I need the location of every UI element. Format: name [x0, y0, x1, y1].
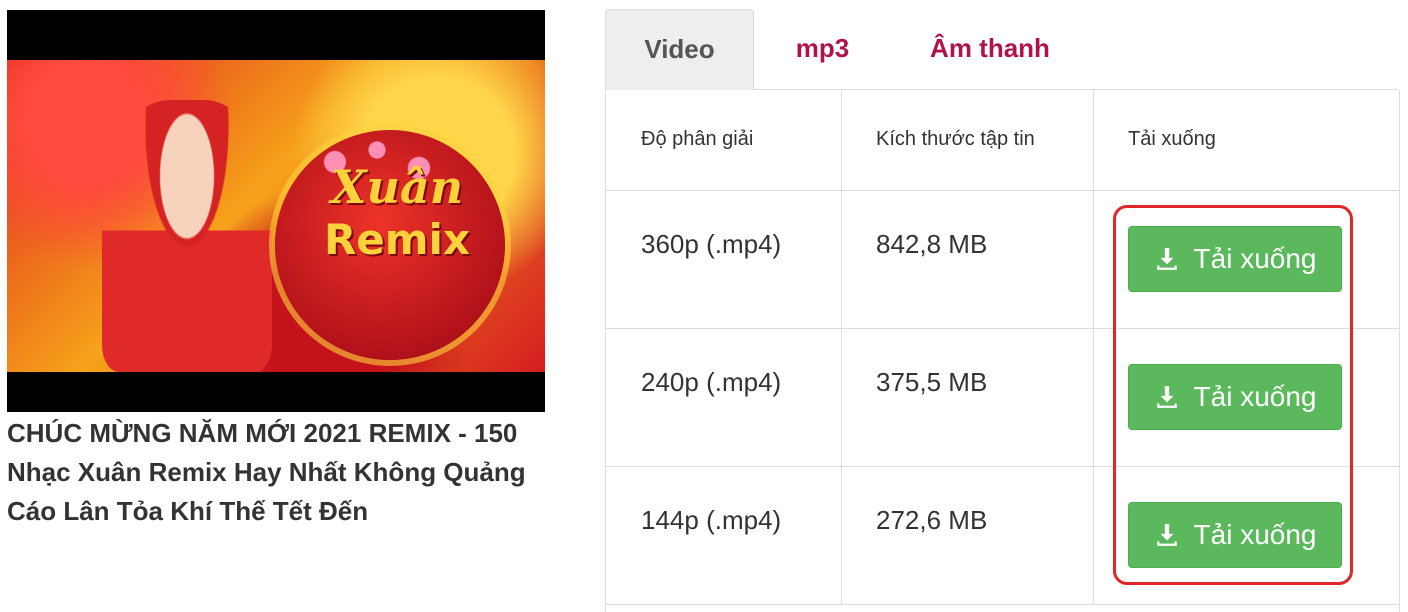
header-resolution: Độ phân giải — [641, 128, 754, 150]
video-title: CHÚC MỪNG NĂM MỚI 2021 REMIX - 150 Nhạc … — [7, 418, 526, 526]
download-icon — [1156, 386, 1177, 408]
table-header-row: Độ phân giải Kích thước tập tin Tải xuốn… — [606, 90, 1399, 191]
table-row: 144p (.mp4) 272,6 MB Tải xuống — [606, 467, 1399, 605]
resolution-cell: 240p (.mp4) — [641, 367, 782, 397]
tab-mp3[interactable]: mp3 — [775, 9, 870, 89]
download-icon — [1156, 524, 1177, 546]
download-button[interactable]: Tải xuống — [1128, 502, 1342, 568]
download-button-label: Tải xuống — [1193, 243, 1317, 274]
header-download: Tải xuống — [1128, 128, 1216, 150]
table-row: 240p (.mp4) 375,5 MB Tải xuống — [606, 329, 1399, 467]
thumbnail-title-line2: Remix — [323, 215, 471, 264]
thumbnail-person — [102, 100, 272, 372]
tab-video[interactable]: Video — [605, 9, 754, 90]
table-row: 360p (.mp4) 842,8 MB Tải xuống — [606, 191, 1399, 329]
header-file-size: Kích thước tập tin — [876, 128, 1035, 150]
format-tabs: Video mp3 Âm thanh — [605, 9, 1398, 90]
thumbnail-title-line1: Xuân — [330, 160, 464, 214]
download-button-label: Tải xuống — [1193, 381, 1317, 412]
size-cell: 272,6 MB — [876, 505, 988, 535]
resolution-cell: 360p (.mp4) — [641, 229, 782, 259]
resolution-cell: 144p (.mp4) — [641, 505, 782, 535]
download-button[interactable]: Tải xuống — [1128, 226, 1342, 292]
download-table: Độ phân giải Kích thước tập tin Tải xuốn… — [605, 90, 1400, 612]
download-button[interactable]: Tải xuống — [1128, 364, 1342, 430]
tab-audio[interactable]: Âm thanh — [915, 9, 1065, 89]
download-icon — [1156, 248, 1177, 270]
size-cell: 842,8 MB — [876, 229, 988, 259]
download-button-label: Tải xuống — [1193, 519, 1317, 550]
video-thumbnail[interactable]: Xuân Remix — [7, 10, 545, 412]
size-cell: 375,5 MB — [876, 367, 988, 397]
